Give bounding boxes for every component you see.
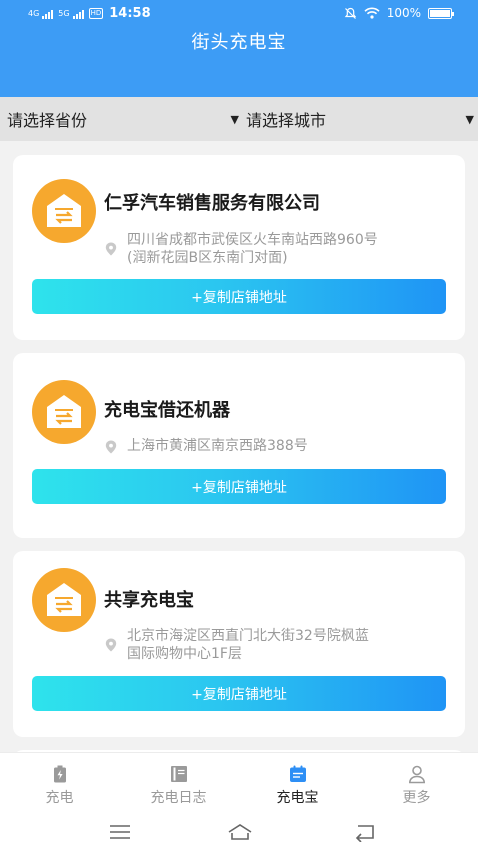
province-select[interactable]: 请选择省份 ▼: [7, 97, 239, 141]
battery-icon: [428, 7, 454, 19]
store-name: 仁孚汽车销售服务有限公司: [104, 193, 320, 214]
store-card: 共享充电宝 北京市海淀区西直门北大街32号院枫蓝 国际购物中心1F层 +复制店铺…: [13, 551, 465, 737]
battery-charge-icon: [54, 765, 66, 783]
filter-bar: 请选择省份 ▼ 请选择城市 ▼: [0, 97, 478, 141]
tab-charge-label: 充电: [45, 790, 74, 806]
copy-address-button[interactable]: +复制店铺地址: [32, 676, 446, 711]
store-icon: [32, 179, 96, 243]
location-pin-icon: [105, 440, 117, 454]
location-pin-icon: [105, 242, 117, 256]
calendar-icon: [290, 765, 306, 782]
store-address: 四川省成都市武侯区火车南站西路960号 (润新花园B区东南门对面): [127, 231, 452, 267]
home-button[interactable]: [219, 818, 259, 846]
store-address-line: 国际购物中心1F层: [127, 646, 242, 662]
tab-charge[interactable]: 充电: [0, 753, 119, 815]
copy-address-button[interactable]: +复制店铺地址: [32, 469, 446, 504]
network-type-2: 5G: [58, 8, 70, 18]
store-name: 充电宝借还机器: [104, 400, 230, 421]
city-select-label: 请选择城市: [246, 111, 327, 130]
book-icon: [171, 766, 187, 782]
tab-charge-log[interactable]: 充电日志: [119, 753, 238, 815]
tab-power-bank-label: 充电宝: [276, 790, 319, 806]
menu-button[interactable]: [100, 818, 140, 846]
signal-icon: [42, 9, 54, 19]
system-nav-bar: [0, 814, 478, 850]
hd-badge: HD: [88, 8, 104, 19]
signal-icon: [72, 9, 84, 19]
status-left: 4G 5G HD 14:58: [28, 6, 151, 21]
tab-power-bank[interactable]: 充电宝: [238, 753, 357, 815]
user-icon: [408, 765, 426, 784]
store-address: 上海市黄浦区南京西路388号: [127, 437, 452, 455]
store-card: 仁孚汽车销售服务有限公司 四川省成都市武侯区火车南站西路960号 (润新花园B区…: [13, 155, 465, 340]
status-right: 100%: [344, 6, 454, 20]
tab-more-label: 更多: [402, 790, 431, 806]
home-icon: [228, 824, 252, 840]
back-button[interactable]: [344, 818, 384, 846]
chevron-down-icon: ▼: [230, 112, 239, 126]
page-title: 街头充电宝: [191, 32, 287, 53]
store-card: 充电宝借还机器 上海市黄浦区南京西路388号 +复制店铺地址: [13, 353, 465, 538]
city-select[interactable]: 请选择城市 ▼: [246, 97, 474, 141]
province-select-label: 请选择省份: [7, 111, 88, 130]
wifi-icon: [364, 7, 380, 19]
store-icon: [32, 568, 96, 632]
bottom-tab-bar: 充电 充电日志 充电宝 更多: [0, 752, 478, 814]
tab-charge-log-label: 充电日志: [150, 790, 207, 806]
mute-icon: [344, 7, 356, 19]
tab-more[interactable]: 更多: [357, 753, 476, 815]
status-bar: 4G 5G HD 14:58 100%: [0, 0, 478, 30]
battery-percent: 100%: [386, 6, 421, 20]
store-address-line: (润新花园B区东南门对面): [127, 250, 288, 266]
back-icon: [355, 825, 374, 842]
store-address-line: 北京市海淀区西直门北大街32号院枫蓝: [127, 628, 369, 644]
network-type-1: 4G: [28, 8, 40, 18]
store-address: 北京市海淀区西直门北大街32号院枫蓝 国际购物中心1F层: [127, 627, 452, 663]
status-time: 14:58: [109, 6, 151, 21]
menu-icon: [110, 825, 130, 839]
store-icon: [32, 380, 96, 444]
chevron-down-icon: ▼: [465, 112, 474, 126]
copy-address-button[interactable]: +复制店铺地址: [32, 279, 446, 314]
app-header: 4G 5G HD 14:58 100% 街头充电宝: [0, 0, 478, 97]
store-name: 共享充电宝: [104, 590, 194, 611]
store-address-line: 上海市黄浦区南京西路388号: [127, 438, 308, 454]
location-pin-icon: [105, 638, 117, 652]
store-address-line: 四川省成都市武侯区火车南站西路960号: [127, 232, 378, 248]
